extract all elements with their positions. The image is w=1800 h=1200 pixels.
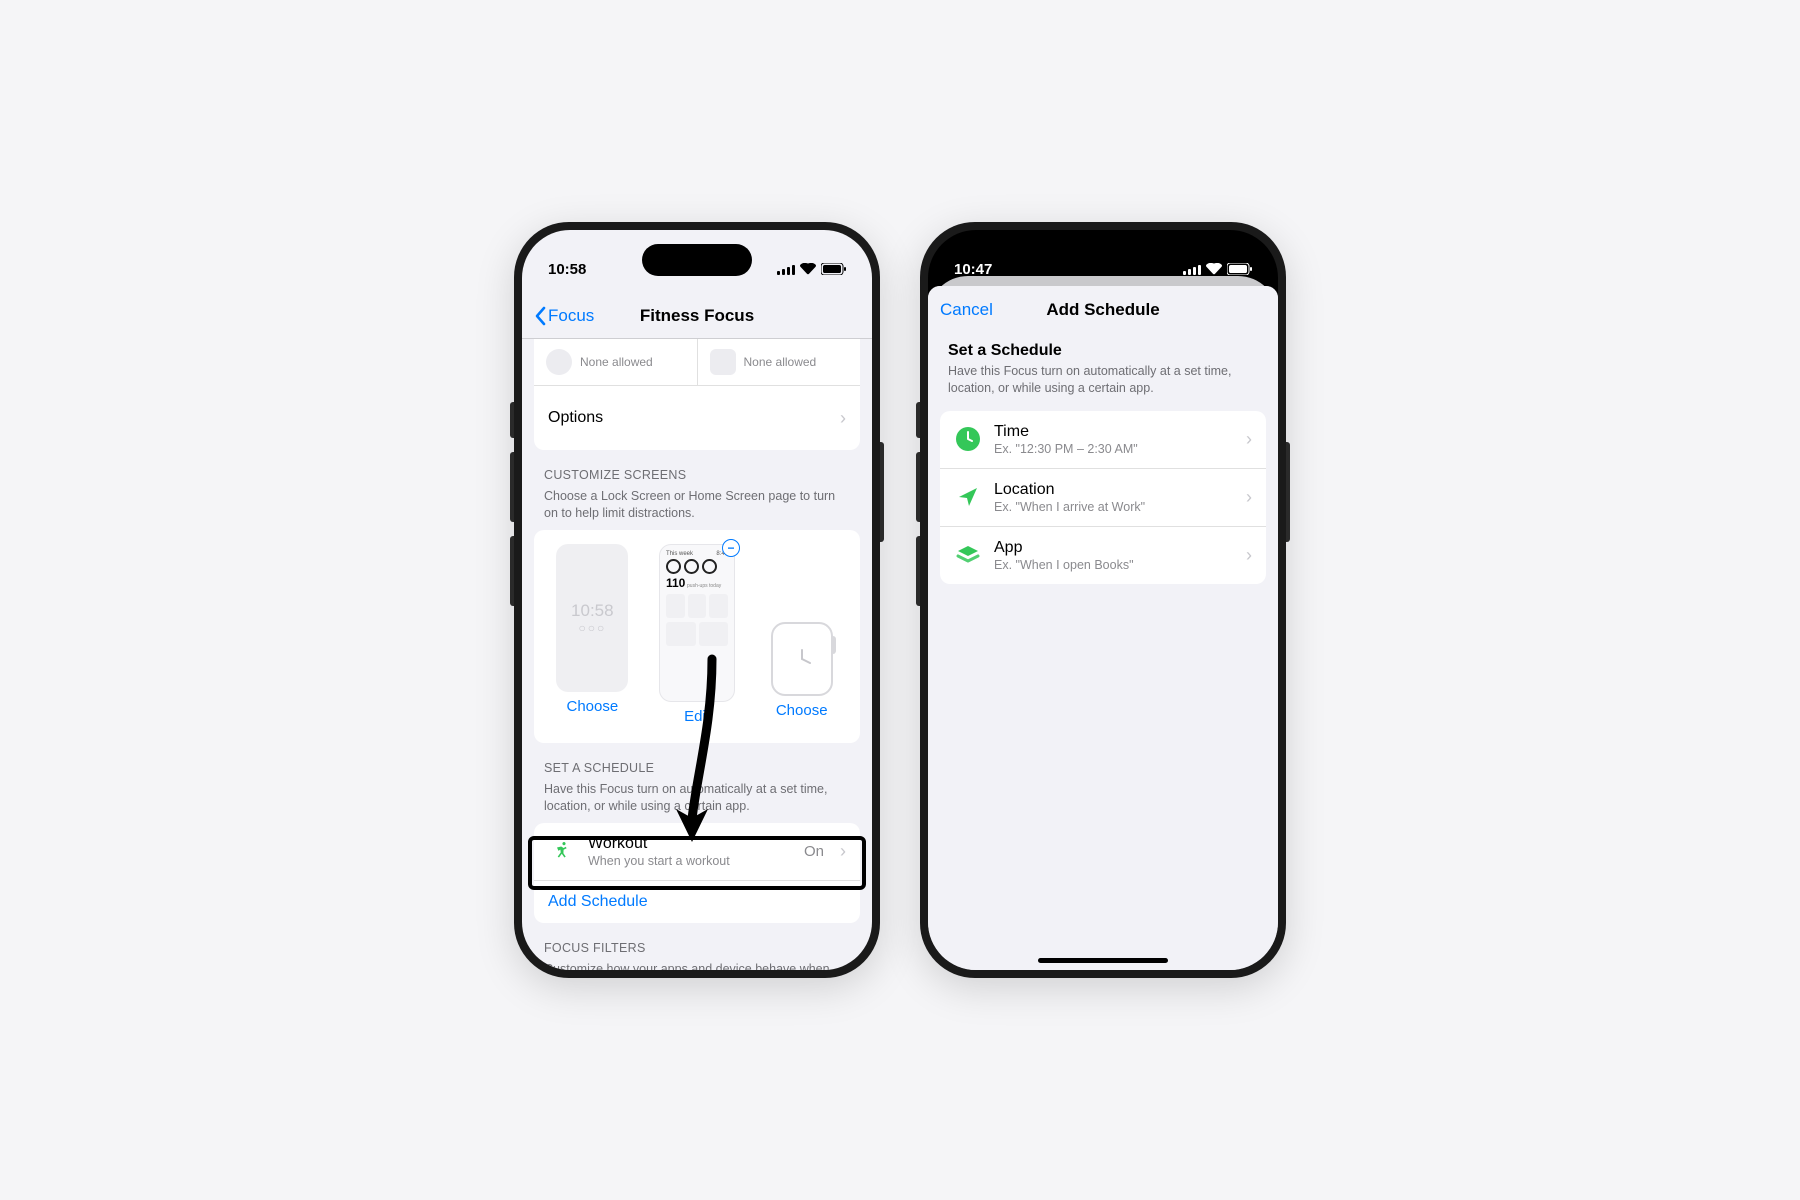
- home-screen-thumb[interactable]: − This week8:40 110 push-ups today: [659, 544, 735, 702]
- app-stack-icon: [954, 541, 982, 569]
- workout-state: On: [804, 843, 824, 860]
- row-sub: Ex. "When I open Books": [994, 558, 1234, 572]
- home-indicator[interactable]: [1038, 958, 1168, 963]
- chevron-right-icon: ›: [1246, 429, 1252, 450]
- status-icons: [777, 263, 846, 275]
- chevron-left-icon: [534, 306, 546, 326]
- remove-badge-icon[interactable]: −: [722, 539, 740, 557]
- row-sub: Ex. "12:30 PM – 2:30 AM": [994, 442, 1234, 456]
- sheet-title: Add Schedule: [1046, 300, 1159, 320]
- workout-icon: [548, 837, 576, 865]
- schedule-app-row[interactable]: App Ex. "When I open Books" ›: [940, 526, 1266, 584]
- status-time: 10:58: [548, 261, 586, 278]
- back-label: Focus: [548, 306, 594, 326]
- add-schedule-sheet: Cancel Add Schedule Set a Schedule Have …: [928, 286, 1278, 970]
- back-button[interactable]: Focus: [534, 306, 594, 326]
- clock-icon: [954, 425, 982, 453]
- watch-hands-icon: [787, 644, 817, 674]
- watch-screen-col: Choose: [755, 544, 848, 725]
- allowed-people[interactable]: None allowed: [534, 339, 697, 385]
- sheet-heading: Set a Schedule: [948, 342, 1258, 360]
- schedule-location-row[interactable]: Location Ex. "When I arrive at Work" ›: [940, 468, 1266, 526]
- filters-header: FOCUS FILTERS: [544, 941, 850, 955]
- schedule-header: SET A SCHEDULE: [544, 761, 850, 775]
- phone-left: 10:58 Focus Fitness Focus: [514, 222, 880, 978]
- chevron-right-icon: ›: [840, 408, 846, 429]
- row-title: Time: [994, 423, 1234, 441]
- options-row[interactable]: Options ›: [534, 386, 860, 450]
- lock-time: 10:58: [571, 601, 614, 621]
- status-time: 10:47: [954, 261, 992, 278]
- nav-title: Fitness Focus: [640, 306, 754, 326]
- workout-sub: When you start a workout: [588, 854, 792, 868]
- phone-right: 10:47 Cancel Add Schedule Set a Schedule…: [920, 222, 1286, 978]
- schedule-time-row[interactable]: Time Ex. "12:30 PM – 2:30 AM" ›: [940, 411, 1266, 468]
- chevron-right-icon: ›: [840, 841, 846, 862]
- filters-sub: Customize how your apps and device behav…: [544, 961, 850, 971]
- lock-screen-col: 10:58 ○○○ Choose: [546, 544, 639, 725]
- row-title: App: [994, 539, 1234, 557]
- add-schedule-label: Add Schedule: [548, 893, 846, 911]
- allowed-apps-label: None allowed: [744, 355, 817, 369]
- watch-thumb[interactable]: [771, 622, 833, 696]
- choose-watch-button[interactable]: Choose: [776, 702, 828, 719]
- edit-home-button[interactable]: Edit: [684, 708, 710, 725]
- row-sub: Ex. "When I arrive at Work": [994, 500, 1234, 514]
- lock-screen-thumb[interactable]: 10:58 ○○○: [556, 544, 628, 692]
- customize-header: CUSTOMIZE SCREENS: [544, 468, 850, 482]
- add-schedule-row[interactable]: Add Schedule: [534, 880, 860, 923]
- location-icon: [954, 483, 982, 511]
- row-title: Location: [994, 481, 1234, 499]
- status-icons: [1183, 263, 1252, 275]
- chevron-right-icon: ›: [1246, 545, 1252, 566]
- workout-title: Workout: [588, 835, 792, 853]
- cancel-button[interactable]: Cancel: [940, 300, 993, 320]
- schedule-group: Workout When you start a workout On › Ad…: [534, 823, 860, 923]
- home-preview-caption: push-ups today: [687, 583, 721, 589]
- choose-lock-button[interactable]: Choose: [566, 698, 618, 715]
- chevron-right-icon: ›: [1246, 487, 1252, 508]
- nav-bar: Focus Fitness Focus: [522, 294, 872, 339]
- sheet-sub: Have this Focus turn on automatically at…: [948, 363, 1258, 397]
- options-label: Options: [548, 409, 603, 427]
- home-preview-label: This week: [666, 551, 693, 557]
- allowed-people-label: None allowed: [580, 355, 653, 369]
- customize-sub: Choose a Lock Screen or Home Screen page…: [544, 488, 850, 522]
- allowed-apps[interactable]: None allowed: [697, 339, 861, 385]
- workout-row[interactable]: Workout When you start a workout On ›: [534, 823, 860, 880]
- allowed-row: None allowed None allowed: [534, 339, 860, 386]
- home-screen-col: − This week8:40 110 push-ups today Edit: [651, 544, 744, 725]
- lock-dots: ○○○: [578, 621, 606, 635]
- schedule-sub: Have this Focus turn on automatically at…: [544, 781, 850, 815]
- home-preview-number: 110: [666, 576, 685, 590]
